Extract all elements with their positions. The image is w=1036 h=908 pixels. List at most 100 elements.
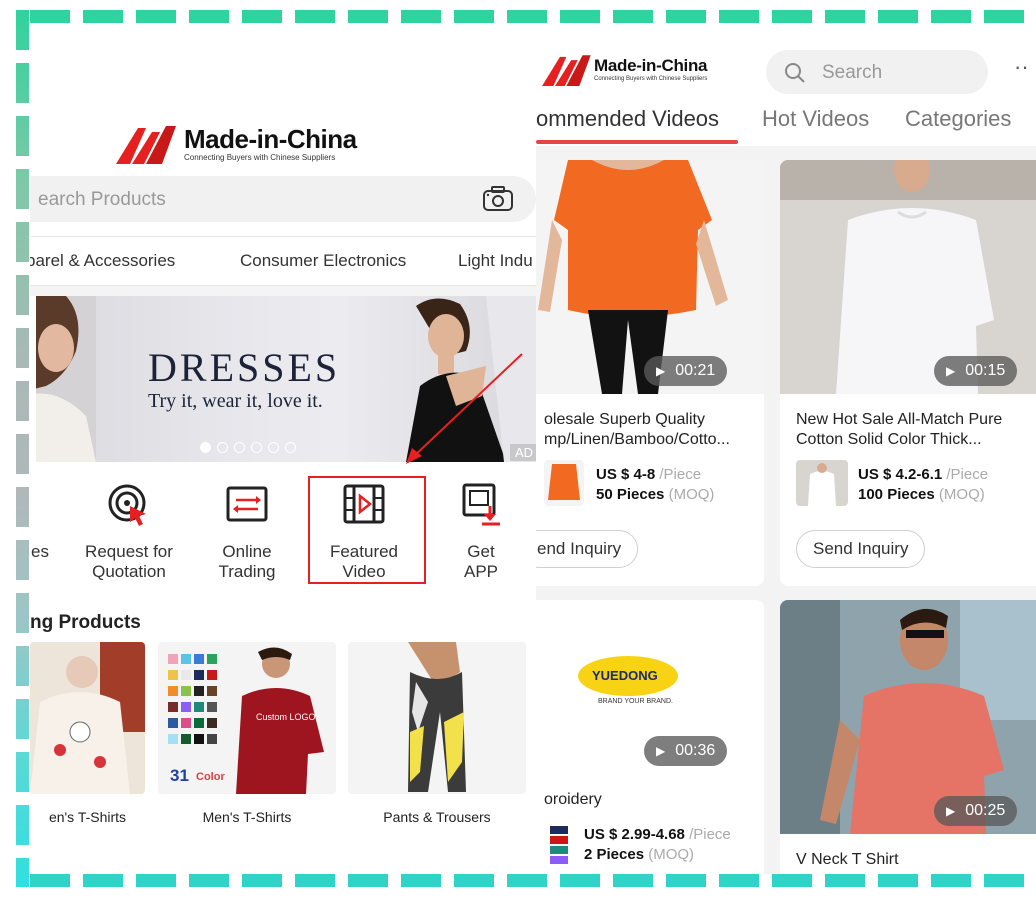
product-thumb <box>796 460 848 506</box>
video-header: Made-in-China Connecting Buyers with Chi… <box>536 30 1036 146</box>
category-consumer-electronics[interactable]: Consumer Electronics <box>240 251 406 271</box>
menu-label: Trading <box>218 562 276 581</box>
more-icon[interactable]: ·· <box>1014 54 1029 80</box>
made-in-china-logo-icon <box>542 55 591 86</box>
home-logo[interactable]: Made-in-China Connecting Buyers with Chi… <box>116 122 357 164</box>
product-caption: Pants & Trousers <box>383 809 491 825</box>
duration-text: 00:36 <box>675 742 716 759</box>
video-title: Cotton Solid Color Thick... <box>796 431 982 448</box>
moq-line: 50 Pieces (MOQ) <box>596 486 714 503</box>
category-tabs: parel & Accessories Consumer Electronics… <box>30 236 536 286</box>
quick-menu: es Request for Quotation Online Trading … <box>30 476 536 606</box>
moq-value: 2 Pieces <box>584 846 645 863</box>
download-icon <box>462 483 500 526</box>
menu-label: APP <box>463 562 499 581</box>
video-search-input[interactable]: Search <box>766 50 988 94</box>
camera-icon[interactable] <box>482 186 514 212</box>
moq-value: 50 Pieces <box>596 486 665 503</box>
pager-dot[interactable] <box>200 442 211 453</box>
product-card[interactable]: Pants & Trousers <box>348 642 526 825</box>
search-placeholder: Search <box>822 62 883 83</box>
moq-line: 100 Pieces (MOQ) <box>858 486 985 503</box>
price-line: US $ 2.99-4.68 /Piece <box>584 826 731 843</box>
menu-item-get-app[interactable]: Get APP <box>426 476 536 582</box>
send-inquiry-button[interactable]: end Inquiry <box>536 530 639 568</box>
tab-hot-videos[interactable]: Hot Videos <box>762 106 869 132</box>
model-image-left <box>36 296 96 462</box>
banner-headline: DRESSES <box>148 345 341 390</box>
screenshot-collage: Made-in-China Connecting Buyers with Chi… <box>0 0 1036 908</box>
menu-item-request-quotation[interactable]: Request for Quotation <box>74 476 184 582</box>
menu-item-online-trading[interactable]: Online Trading <box>192 476 302 582</box>
video-duration: ▶ 00:21 <box>644 356 728 386</box>
brand-logo-text: YUEDONG <box>592 668 658 683</box>
price-value: US $ 2.99-4.68 <box>584 826 685 843</box>
price-line: US $ 4.2-6.1 /Piece <box>858 466 988 483</box>
pager-dot[interactable] <box>217 442 228 453</box>
send-inquiry-button[interactable]: Send Inquiry <box>796 530 926 568</box>
menu-label: Get <box>467 542 495 561</box>
pager-dot[interactable] <box>268 442 279 453</box>
pager-dot[interactable] <box>251 442 262 453</box>
pager-dot[interactable] <box>285 442 296 453</box>
video-duration: ▶ 00:25 <box>934 796 1018 826</box>
active-tab-indicator <box>536 140 738 144</box>
made-in-china-logo-icon <box>116 126 176 164</box>
frame-border-left <box>16 10 29 887</box>
video-card[interactable]: YUEDONG BRAND YOUR BRAND. ▶ 00:36 oroider… <box>536 600 764 874</box>
video-title: New Hot Sale All-Match Pure <box>796 411 1003 428</box>
menu-label: Online <box>222 542 272 561</box>
product-image <box>30 642 145 794</box>
menu-label: es <box>31 542 49 561</box>
menu-item-partial[interactable]: es <box>30 476 62 562</box>
product-card[interactable]: Custom LOGO 31 Color Men's T-Shirts <box>158 642 336 825</box>
product-card[interactable]: en's T-Shirts <box>30 642 145 825</box>
product-image <box>348 642 526 794</box>
video-card[interactable]: ▶ 00:25 V Neck T Shirt <box>780 600 1036 874</box>
product-caption: Men's T-Shirts <box>202 809 292 825</box>
category-light-industry[interactable]: Light Indu <box>458 251 533 271</box>
banner-subline: Try it, wear it, love it. <box>148 390 323 412</box>
home-screen: Made-in-China Connecting Buyers with Chi… <box>30 30 536 874</box>
video-title: olesale Superb Quality <box>544 411 705 428</box>
search-placeholder: earch Products <box>38 189 166 210</box>
search-icon <box>785 63 805 83</box>
video-title: oroidery <box>544 791 602 808</box>
play-icon: ▶ <box>656 744 666 758</box>
home-logo-tagline: Connecting Buyers with Chinese Suppliers <box>184 153 336 162</box>
video-logo-tagline: Connecting Buyers with Chinese Suppliers <box>594 76 708 82</box>
color-count: 31 <box>170 766 189 785</box>
video-card[interactable]: ▶ 00:21 olesale Superb Quality mp/Linen/B… <box>536 160 764 586</box>
video-card[interactable]: ▶ 00:15 New Hot Sale All-Match Pure Cotto… <box>780 160 1036 586</box>
video-title: mp/Linen/Bamboo/Cotto... <box>544 431 730 448</box>
frame-border-bottom <box>30 874 1036 887</box>
play-icon: ▶ <box>946 804 956 818</box>
menu-label: Quotation <box>92 562 166 581</box>
video-duration: ▶ 00:15 <box>934 356 1018 386</box>
frame-border-top <box>30 10 1036 23</box>
pager-dot[interactable] <box>234 442 245 453</box>
moq-label: (MOQ) <box>644 846 695 863</box>
section-title: ng Products <box>30 612 141 633</box>
video-logo[interactable]: Made-in-China Connecting Buyers with Chi… <box>542 52 708 86</box>
video-screen: Made-in-China Connecting Buyers with Chi… <box>536 30 1036 874</box>
product-search-input[interactable]: earch Products <box>30 176 536 222</box>
tab-recommended-videos[interactable]: ommended Videos <box>536 106 719 132</box>
featured-video-highlight <box>308 476 426 584</box>
price-unit: /Piece <box>655 466 702 483</box>
moq-line: 2 Pieces (MOQ) <box>584 846 694 863</box>
category-apparel[interactable]: parel & Accessories <box>30 251 175 271</box>
target-icon <box>108 484 146 526</box>
price-unit: /Piece <box>684 826 731 843</box>
moq-value: 100 Pieces <box>858 486 935 503</box>
play-icon: ▶ <box>946 364 956 378</box>
color-word: Color <box>196 771 225 783</box>
tab-categories[interactable]: Categories <box>905 106 1011 132</box>
video-logo-name: Made-in-China <box>594 56 708 75</box>
price-value: US $ 4-8 <box>596 466 656 483</box>
banner-pagination <box>200 442 296 453</box>
annotation-arrow-icon <box>406 353 523 464</box>
video-title: V Neck T Shirt <box>796 851 899 868</box>
shirt-print-text: Custom LOGO <box>256 712 316 722</box>
product-thumb <box>544 460 584 506</box>
